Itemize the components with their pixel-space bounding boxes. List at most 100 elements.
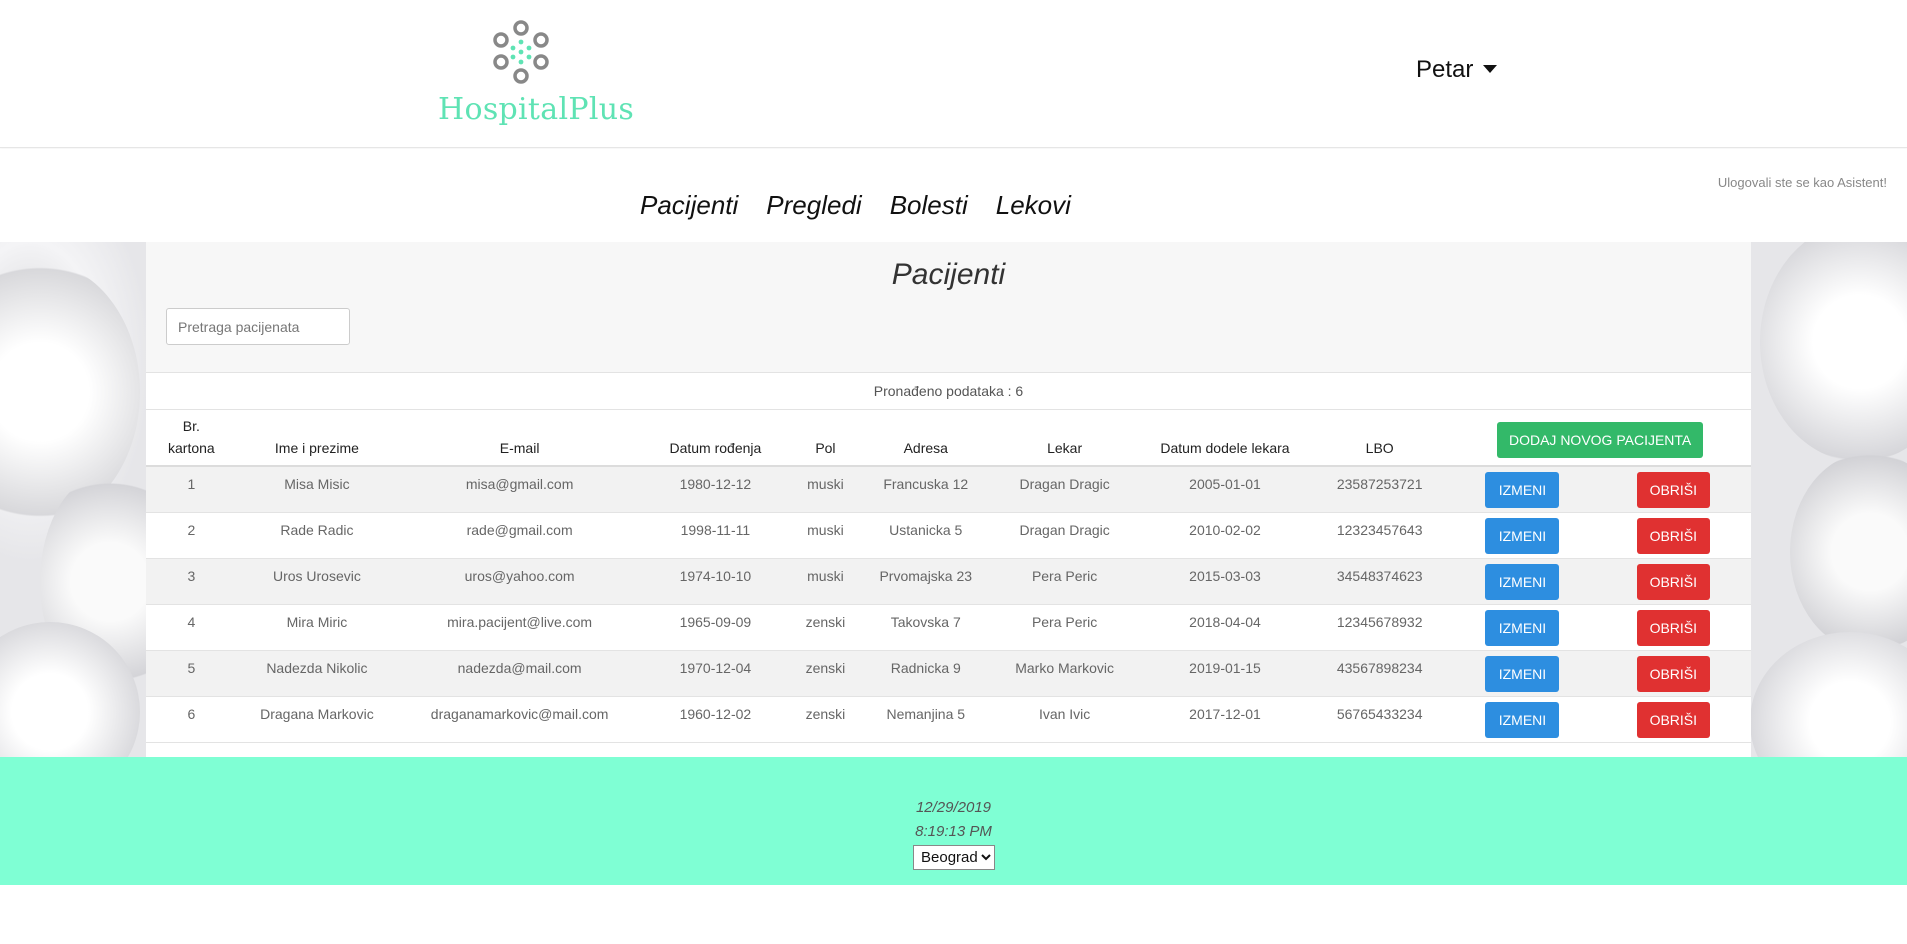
edit-button[interactable]: IZMENI [1485, 517, 1560, 554]
cell-lbo: 12345678932 [1310, 604, 1450, 651]
cell-delete: OBRIŠI [1595, 604, 1751, 651]
cell-email: draganamarkovic@mail.com [397, 696, 643, 743]
cell-email: uros@yahoo.com [397, 558, 643, 605]
city-select[interactable]: Beograd [913, 845, 995, 870]
col-header-gender: Pol [788, 410, 863, 467]
cell-name: Mira Miric [236, 604, 398, 651]
logo-icon [493, 20, 549, 84]
cell-delete: OBRIŠI [1595, 696, 1751, 743]
cell-doctor: Pera Peric [989, 558, 1140, 605]
cell-address: Nemanjina 5 [862, 696, 990, 743]
cell-edit: IZMENI [1449, 696, 1596, 743]
cell-address: Ustanicka 5 [862, 512, 990, 559]
cell-birth-date: 1974-10-10 [642, 558, 789, 605]
header: HospitalPlus Petar [0, 0, 1907, 148]
cell-gender: zenski [788, 696, 863, 743]
col-header-actions: DODAJ NOVOG PACIJENTA [1449, 410, 1751, 467]
cell-doctor: Marko Markovic [989, 650, 1140, 697]
cell-gender: muski [788, 512, 863, 559]
edit-button[interactable]: IZMENI [1485, 472, 1560, 508]
col-header-name: Ime i prezime [236, 410, 398, 467]
delete-button[interactable]: OBRIŠI [1636, 609, 1710, 646]
cell-delete: OBRIŠI [1595, 512, 1751, 559]
results-count: Pronađeno podataka : 6 [146, 373, 1751, 410]
cell-edit: IZMENI [1449, 558, 1596, 605]
cell-doctor-date: 2019-01-15 [1139, 650, 1311, 697]
cell-edit: IZMENI [1449, 650, 1596, 697]
user-name: Petar [1416, 56, 1474, 83]
cell-name: Nadezda Nikolic [236, 650, 398, 697]
add-patient-button[interactable]: DODAJ NOVOG PACIJENTA [1497, 422, 1704, 458]
cell-delete: OBRIŠI [1595, 466, 1751, 513]
nav-item-bolesti[interactable]: Bolesti [890, 190, 968, 221]
brand-name: HospitalPlus [438, 92, 635, 127]
edit-button[interactable]: IZMENI [1485, 701, 1560, 738]
table-row: 6 Dragana Markovic draganamarkovic@mail.co… [146, 696, 1751, 743]
patients-panel: Pacijenti Pronađeno podataka : 6 Br. kar… [146, 242, 1751, 757]
cell-name: Misa Misic [236, 466, 398, 513]
edit-button[interactable]: IZMENI [1485, 563, 1560, 600]
delete-button[interactable]: OBRIŠI [1636, 701, 1710, 738]
col-header-doctor: Lekar [989, 410, 1140, 467]
cell-address: Takovska 7 [862, 604, 990, 651]
delete-button[interactable]: OBRIŠI [1636, 655, 1710, 692]
cell-birth-date: 1960-12-02 [642, 696, 789, 743]
cell-address: Radnicka 9 [862, 650, 990, 697]
cell-email: misa@gmail.com [397, 466, 643, 513]
cell-email: mira.pacijent@live.com [397, 604, 643, 651]
user-menu-dropdown[interactable]: Petar [1416, 56, 1498, 84]
cell-birth-date: 1980-12-12 [642, 466, 789, 513]
col-header-doctor-date: Datum dodele lekara [1139, 410, 1311, 467]
nav-item-lekovi[interactable]: Lekovi [996, 190, 1071, 221]
cell-doctor-date: 2005-01-01 [1139, 466, 1311, 513]
cell-lbo: 43567898234 [1310, 650, 1450, 697]
cell-card-no: 1 [146, 466, 237, 513]
cell-doctor-date: 2010-02-02 [1139, 512, 1311, 559]
edit-button[interactable]: IZMENI [1485, 609, 1560, 646]
brand-logo[interactable]: HospitalPlus [438, 20, 634, 130]
cell-card-no: 2 [146, 512, 237, 559]
col-header-card-no: Br. kartona [146, 410, 237, 467]
cell-name: Uros Urosevic [236, 558, 398, 605]
table-row: 4 Mira Miric mira.pacijent@live.com 1965-09… [146, 604, 1751, 651]
cell-delete: OBRIŠI [1595, 650, 1751, 697]
nav-item-pregledi[interactable]: Pregledi [766, 190, 861, 221]
cell-gender: zenski [788, 604, 863, 651]
cell-lbo: 34548374623 [1310, 558, 1450, 605]
caret-down-icon [1483, 64, 1498, 73]
table-row: 5 Nadezda Nikolic nadezda@mail.com 1970-12-… [146, 650, 1751, 697]
nav-item-pacijenti[interactable]: Pacijenti [640, 190, 738, 221]
table-body: 1 Misa Misic misa@gmail.com 1980-12-12 muski… [146, 466, 1751, 743]
panel-header: Pacijenti [146, 242, 1751, 373]
cell-gender: muski [788, 558, 863, 605]
cell-birth-date: 1970-12-04 [642, 650, 789, 697]
table-header-row: Br. kartona Ime i prezime E-mail Datum r… [146, 410, 1751, 467]
page-title: Pacijenti [891, 258, 1006, 291]
cell-edit: IZMENI [1449, 604, 1596, 651]
cell-name: Dragana Markovic [236, 696, 398, 743]
table-row: 2 Rade Radic rade@gmail.com 1998-11-11 muski… [146, 512, 1751, 559]
col-header-email: E-mail [397, 410, 643, 467]
cell-gender: zenski [788, 650, 863, 697]
cell-doctor-date: 2015-03-03 [1139, 558, 1311, 605]
cell-lbo: 56765433234 [1310, 696, 1450, 743]
cell-lbo: 23587253721 [1310, 466, 1450, 513]
cell-address: Francuska 12 [862, 466, 990, 513]
cell-email: nadezda@mail.com [397, 650, 643, 697]
footer-date: 12/29/2019 [915, 799, 992, 816]
cell-doctor-date: 2017-12-01 [1139, 696, 1311, 743]
edit-button[interactable]: IZMENI [1485, 655, 1560, 692]
delete-button[interactable]: OBRIŠI [1636, 517, 1710, 554]
search-input[interactable] [166, 308, 350, 345]
cell-edit: IZMENI [1449, 466, 1596, 513]
cell-card-no: 5 [146, 650, 237, 697]
cell-address: Prvomajska 23 [862, 558, 990, 605]
footer: 12/29/2019 8:19:13 PM Beograd [0, 757, 1907, 885]
delete-button[interactable]: OBRIŠI [1636, 472, 1710, 508]
cell-birth-date: 1998-11-11 [642, 512, 789, 559]
cell-doctor: Ivan Ivic [989, 696, 1140, 743]
cell-birth-date: 1965-09-09 [642, 604, 789, 651]
delete-button[interactable]: OBRIŠI [1636, 563, 1710, 600]
cell-doctor: Dragan Dragic [989, 466, 1140, 513]
footer-time: 8:19:13 PM [915, 823, 992, 840]
